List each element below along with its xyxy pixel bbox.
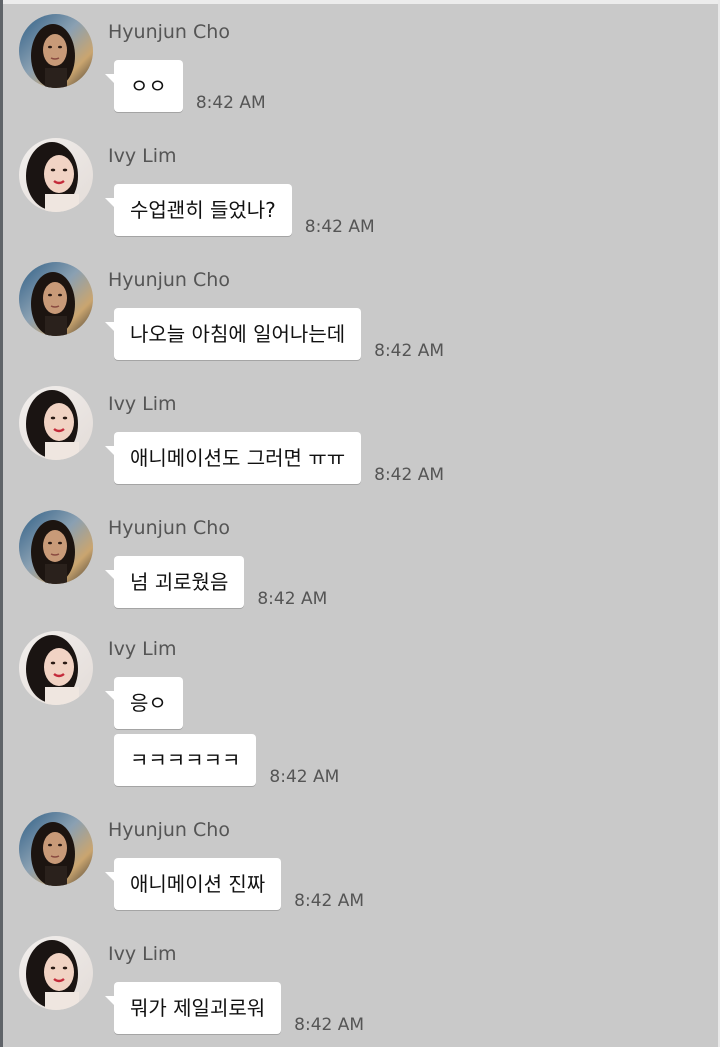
message-row: 뭐가 제일괴로워 8:42 AM bbox=[104, 982, 365, 1035]
message-row: 수업괜히 들었나? 8:42 AM bbox=[105, 184, 375, 237]
hyunjun-avatar[interactable] bbox=[19, 14, 93, 88]
message-timestamp: 8:42 AM bbox=[294, 1015, 365, 1035]
message-timestamp: 8:42 AM bbox=[374, 341, 445, 361]
sender-name: Hyunjun Cho bbox=[108, 21, 230, 43]
message-timestamp: 8:42 AM bbox=[269, 767, 340, 787]
message-row: 넘 괴로웠음 8:42 AM bbox=[104, 556, 328, 609]
message-row: ㅋㅋㅋㅋㅋㅋ 8:42 AM bbox=[114, 734, 340, 787]
message-timestamp: 8:42 AM bbox=[294, 891, 365, 911]
message-bubble[interactable]: 수업괜히 들었나? bbox=[105, 184, 292, 236]
message-timestamp: 8:42 AM bbox=[195, 93, 266, 113]
message-bubble[interactable]: ㅋㅋㅋㅋㅋㅋ bbox=[114, 734, 257, 786]
hyunjun-avatar[interactable] bbox=[19, 510, 93, 584]
message-bubble[interactable]: 넘 괴로웠음 bbox=[104, 556, 245, 608]
message-bubble[interactable]: 나오늘 아침에 일어나는데 bbox=[104, 308, 362, 360]
message-bubble[interactable]: 뭐가 제일괴로워 bbox=[104, 982, 282, 1034]
hyunjun-avatar[interactable] bbox=[19, 262, 93, 336]
message-row: 애니메이션도 그러면 ㅠㅠ 8:42 AM bbox=[104, 432, 445, 485]
ivy-avatar[interactable] bbox=[19, 631, 93, 705]
sender-name: Ivy Lim bbox=[108, 638, 177, 660]
message-timestamp: 8:42 AM bbox=[374, 465, 445, 485]
window-left-edge bbox=[0, 0, 3, 1047]
sender-name: Hyunjun Cho bbox=[108, 269, 230, 291]
ivy-avatar[interactable] bbox=[19, 138, 93, 212]
message-row: 응ㅇ bbox=[105, 677, 183, 729]
message-bubble[interactable]: ㅇㅇ bbox=[105, 60, 183, 112]
message-row: ㅇㅇ 8:42 AM bbox=[105, 60, 266, 113]
hyunjun-avatar[interactable] bbox=[19, 812, 93, 886]
message-row: 애니메이션 진짜 8:42 AM bbox=[104, 858, 365, 911]
ivy-avatar[interactable] bbox=[19, 936, 93, 1010]
message-timestamp: 8:42 AM bbox=[257, 589, 328, 609]
ivy-avatar[interactable] bbox=[19, 386, 93, 460]
sender-name: Hyunjun Cho bbox=[108, 819, 230, 841]
sender-name: Ivy Lim bbox=[108, 943, 177, 965]
sender-name: Ivy Lim bbox=[108, 145, 177, 167]
message-timestamp: 8:42 AM bbox=[304, 217, 375, 237]
sender-name: Hyunjun Cho bbox=[108, 517, 230, 539]
message-bubble[interactable]: 애니메이션 진짜 bbox=[104, 858, 282, 910]
message-bubble[interactable]: 애니메이션도 그러면 ㅠㅠ bbox=[104, 432, 362, 484]
window-top-edge bbox=[0, 0, 720, 4]
message-row: 나오늘 아침에 일어나는데 8:42 AM bbox=[104, 308, 445, 361]
sender-name: Ivy Lim bbox=[108, 393, 177, 415]
message-bubble[interactable]: 응ㅇ bbox=[105, 677, 183, 729]
